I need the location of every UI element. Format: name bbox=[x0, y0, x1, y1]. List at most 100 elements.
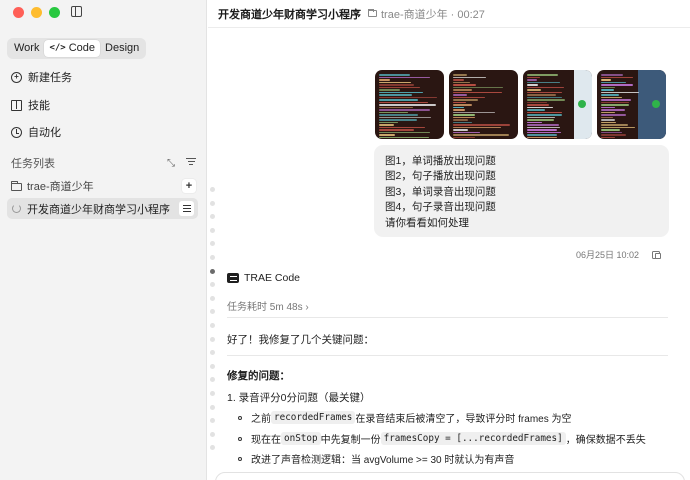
inline-code: framesCopy = [...recordedFrames] bbox=[380, 432, 566, 445]
code-line bbox=[527, 89, 541, 91]
reply-bullet-2: 现在在 onStop 中先复制一份 framesCopy = [...recor… bbox=[238, 431, 646, 446]
mode-work-label: Work bbox=[14, 42, 40, 54]
chat-input-box[interactable] bbox=[215, 472, 685, 480]
code-line bbox=[527, 86, 565, 88]
timeline-dot[interactable] bbox=[210, 322, 215, 328]
code-line bbox=[601, 126, 635, 128]
code-line bbox=[601, 116, 613, 118]
project-folder[interactable]: trae-商道少年 + bbox=[10, 178, 196, 194]
timeline-dot[interactable] bbox=[210, 404, 215, 410]
timeline-dot[interactable] bbox=[210, 336, 215, 342]
timeline-dot[interactable] bbox=[210, 227, 215, 233]
code-line bbox=[601, 121, 617, 123]
code-line bbox=[527, 94, 557, 96]
code-line bbox=[453, 79, 464, 81]
attachment-image-3[interactable] bbox=[523, 70, 592, 139]
sidebar-toggle-icon[interactable] bbox=[71, 6, 82, 17]
task-list-title: 任务列表 bbox=[11, 158, 55, 170]
timeline-dot[interactable] bbox=[210, 295, 215, 301]
timeline-dot[interactable] bbox=[210, 445, 215, 451]
code-line bbox=[379, 96, 437, 98]
code-line bbox=[379, 136, 429, 138]
code-line bbox=[453, 96, 485, 98]
code-line bbox=[527, 84, 538, 86]
agent-header: TRAE Code bbox=[227, 272, 300, 284]
attachment-image-4[interactable] bbox=[597, 70, 666, 139]
task-list-icon[interactable] bbox=[179, 201, 194, 216]
timeline-dot[interactable] bbox=[210, 350, 215, 356]
mode-design-label: Design bbox=[105, 42, 140, 54]
message-meta: 06月25日 10:02 bbox=[576, 248, 661, 261]
timeline-dot[interactable] bbox=[210, 377, 215, 383]
code-line bbox=[453, 104, 472, 106]
copy-icon[interactable] bbox=[652, 250, 661, 259]
timeline-dot[interactable] bbox=[210, 431, 215, 437]
code-line bbox=[527, 104, 549, 106]
code-line bbox=[453, 94, 467, 96]
main-panel: 开发商道少年财商学习小程序 trae-商道少年 · 00:27 图1，单词播放出… bbox=[208, 0, 690, 480]
add-task-button[interactable]: + bbox=[182, 179, 196, 193]
code-line bbox=[379, 101, 428, 103]
filter-icon[interactable] bbox=[186, 157, 196, 169]
conversation-timeline bbox=[210, 187, 215, 451]
mode-work-tab[interactable]: Work bbox=[9, 40, 44, 57]
zoom-window-button[interactable] bbox=[49, 7, 60, 18]
task-item-active[interactable]: 开发商道少年财商学习小程序 bbox=[7, 198, 198, 219]
code-line bbox=[601, 134, 627, 136]
code-line bbox=[453, 124, 510, 126]
code-line bbox=[601, 94, 620, 96]
attachment-image-1[interactable] bbox=[375, 70, 444, 139]
code-line bbox=[379, 106, 413, 108]
timeline-dot[interactable] bbox=[210, 187, 215, 192]
code-line bbox=[601, 101, 630, 103]
timeline-dot[interactable] bbox=[210, 363, 215, 369]
code-line bbox=[453, 101, 467, 103]
code-line bbox=[601, 76, 633, 78]
code-line bbox=[527, 116, 556, 118]
timeline-dot[interactable] bbox=[210, 418, 215, 424]
code-line bbox=[379, 81, 412, 83]
nav-automation-label: 自动化 bbox=[28, 127, 61, 139]
code-line bbox=[453, 99, 478, 101]
bullet-dot bbox=[238, 436, 242, 441]
code-line bbox=[453, 91, 503, 93]
minimize-window-button[interactable] bbox=[31, 7, 42, 18]
mode-code-tab[interactable]: </> Code bbox=[44, 40, 101, 57]
loading-spinner-icon bbox=[12, 204, 21, 213]
timeline-dot[interactable] bbox=[210, 390, 215, 396]
close-window-button[interactable] bbox=[13, 7, 24, 18]
timeline-dot[interactable] bbox=[210, 309, 215, 315]
code-line bbox=[379, 76, 430, 78]
code-line bbox=[453, 136, 476, 138]
timeline-dot[interactable] bbox=[210, 241, 215, 247]
code-line bbox=[601, 81, 626, 83]
timeline-dot-active[interactable] bbox=[210, 268, 215, 274]
mode-design-tab[interactable]: Design bbox=[100, 40, 144, 57]
code-line bbox=[601, 106, 615, 108]
timeline-dot[interactable] bbox=[210, 200, 215, 206]
code-line bbox=[601, 86, 616, 88]
nav-skills[interactable]: 技能 bbox=[11, 97, 196, 113]
code-line bbox=[379, 89, 400, 91]
task-duration[interactable]: 任务耗时 5m 48s › bbox=[227, 298, 309, 313]
nav-automation[interactable]: 自动化 bbox=[11, 124, 196, 140]
message-timestamp: 06月25日 10:02 bbox=[576, 250, 640, 260]
timeline-dot[interactable] bbox=[210, 254, 215, 260]
timeline-dot[interactable] bbox=[210, 282, 215, 288]
code-line bbox=[379, 114, 419, 116]
reply-intro: 好了！我修复了几个关键问题： bbox=[227, 334, 374, 346]
code-line bbox=[379, 119, 418, 121]
code-line bbox=[453, 111, 496, 113]
project-subtitle: trae-商道少年 · 00:27 bbox=[367, 6, 485, 22]
attachment-image-2[interactable] bbox=[449, 70, 518, 139]
book-icon bbox=[11, 99, 22, 111]
code-line bbox=[379, 99, 419, 101]
timeline-dot[interactable] bbox=[210, 214, 215, 220]
code-line bbox=[379, 91, 424, 93]
nav-new-task[interactable]: + 新建任务 bbox=[11, 69, 196, 85]
code-line bbox=[601, 109, 625, 111]
code-line bbox=[453, 76, 487, 78]
collapse-icon[interactable]: ⤡ bbox=[167, 158, 175, 169]
trae-logo-icon bbox=[227, 273, 239, 283]
code-line bbox=[527, 81, 561, 83]
